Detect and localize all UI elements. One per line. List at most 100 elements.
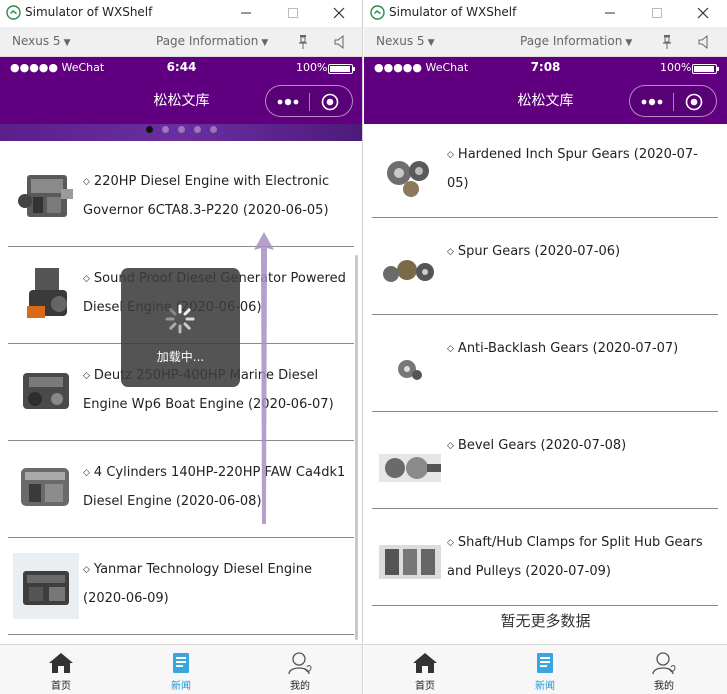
- tab-home[interactable]: 首页: [390, 651, 460, 692]
- device-select[interactable]: Nexus 5 ▼: [376, 34, 434, 48]
- spinner-icon: [165, 304, 195, 334]
- page-info-select[interactable]: Page Information ▼: [520, 34, 632, 48]
- tab-home[interactable]: 首页: [26, 651, 96, 692]
- list-item[interactable]: ◇ Shaft/Hub Clamps for Split Hub Gears an…: [372, 509, 718, 606]
- exit-icon[interactable]: [321, 93, 339, 111]
- item-title: 220HP Diesel Engine with Electronic Gove…: [83, 174, 330, 218]
- diamond-icon: ◇: [83, 371, 90, 381]
- caret-down-icon: ▼: [261, 38, 269, 48]
- volume-icon[interactable]: [333, 34, 347, 50]
- diamond-icon: ◇: [447, 344, 454, 354]
- gear-thumbnail: [377, 531, 443, 597]
- user-icon: [652, 652, 676, 675]
- gear-thumbnail: [377, 434, 443, 500]
- carousel-dot[interactable]: [178, 126, 185, 133]
- list-item[interactable]: ◇ 220HP Diesel Engine with Electronic Gov…: [8, 150, 354, 247]
- list-item[interactable]: ◇ Yanmar Technology Diesel Engine (2020-0…: [8, 538, 354, 635]
- more-icon[interactable]: [277, 98, 299, 106]
- diamond-icon: ◇: [83, 177, 90, 187]
- minimize-button[interactable]: [596, 2, 624, 24]
- scrollbar[interactable]: [355, 255, 358, 640]
- diamond-icon: ◇: [447, 538, 454, 548]
- minimize-icon: [241, 12, 251, 14]
- tab-label: 新闻: [171, 681, 191, 692]
- maximize-button[interactable]: [279, 2, 307, 24]
- engine-thumbnail: [13, 359, 79, 425]
- list-item[interactable]: ◇ Hardened Inch Spur Gears (2020-07-05): [372, 121, 718, 218]
- no-more-data-text: 暂无更多数据: [500, 612, 591, 630]
- close-button[interactable]: [689, 2, 717, 24]
- diamond-icon: ◇: [83, 565, 90, 575]
- pin-icon[interactable]: [660, 34, 674, 50]
- battery-percent: 100%: [296, 61, 328, 74]
- item-title: Yanmar Technology Diesel Engine (2020-06…: [83, 562, 313, 606]
- tab-news[interactable]: 新闻: [146, 651, 216, 692]
- home-icon: [49, 653, 73, 673]
- news-icon: [173, 653, 189, 673]
- carousel-dot[interactable]: [210, 126, 217, 133]
- maximize-icon: [288, 8, 298, 18]
- mini-program-capsule: [629, 85, 717, 117]
- carousel-dot[interactable]: [146, 126, 153, 133]
- diamond-icon: ◇: [447, 247, 454, 257]
- simulator-toolbar: Nexus 5 ▼ Page Information ▼: [364, 27, 727, 57]
- page-info-select[interactable]: Page Information ▼: [156, 34, 268, 48]
- screenshot-root: Simulator of WXShelf Nexus 5 ▼ Page Infor…: [0, 0, 727, 694]
- more-icon[interactable]: [641, 98, 663, 106]
- tab-label: 我的: [290, 681, 310, 692]
- loading-toast: 加载中...: [121, 268, 240, 387]
- window-title: Simulator of WXShelf: [25, 5, 153, 19]
- tab-news[interactable]: 新闻: [510, 651, 580, 692]
- carousel-dot[interactable]: [162, 126, 169, 133]
- tab-bar: 首页 新闻 我的: [364, 644, 727, 694]
- list-item[interactable]: ◇ Spur Gears (2020-07-06): [372, 218, 718, 315]
- list-item[interactable]: ◇ Anti-Backlash Gears (2020-07-07): [372, 315, 718, 412]
- engine-thumbnail: [13, 553, 79, 619]
- item-title: 4 Cylinders 140HP-220HP FAW Ca4dk1 Diese…: [83, 465, 346, 509]
- tab-mine[interactable]: 我的: [629, 651, 699, 692]
- minimize-button[interactable]: [232, 2, 260, 24]
- maximize-icon: [652, 8, 662, 18]
- gear-thumbnail: [377, 143, 443, 209]
- diamond-icon: ◇: [83, 468, 90, 478]
- tab-label: 我的: [654, 681, 674, 692]
- volume-icon[interactable]: [697, 34, 711, 50]
- swipe-up-arrow-icon: [254, 232, 274, 524]
- diamond-icon: ◇: [83, 274, 90, 284]
- battery-icon: [328, 64, 355, 74]
- user-icon: [288, 652, 312, 675]
- item-title: Hardened Inch Spur Gears (2020-07-05): [447, 147, 698, 191]
- engine-thumbnail: [13, 262, 79, 328]
- carousel-dot[interactable]: [194, 126, 201, 133]
- close-icon: [697, 7, 709, 19]
- engine-thumbnail: [13, 165, 79, 231]
- news-icon: [537, 653, 553, 673]
- battery-percent: 100%: [660, 61, 692, 74]
- simulator-toolbar: Nexus 5 ▼ Page Information ▼: [0, 27, 362, 57]
- close-button[interactable]: [325, 2, 353, 24]
- item-title: Spur Gears (2020-07-06): [457, 244, 621, 259]
- caret-down-icon: ▼: [625, 38, 633, 48]
- tab-bar: 首页 新闻 我的: [0, 644, 362, 694]
- exit-icon[interactable]: [685, 93, 703, 111]
- home-icon: [413, 653, 437, 673]
- maximize-button[interactable]: [643, 2, 671, 24]
- app-icon: [6, 5, 21, 20]
- status-bar: ●●●●● WeChat 6:44 100%: [0, 57, 362, 79]
- list-item[interactable]: ◇ 4 Cylinders 140HP-220HP FAW Ca4dk1 Dies…: [8, 441, 354, 538]
- pin-icon[interactable]: [296, 34, 310, 50]
- simulator-right: Simulator of WXShelf Nexus 5 ▼ Page Infor…: [364, 0, 727, 694]
- device-select[interactable]: Nexus 5 ▼: [12, 34, 70, 48]
- status-bar: ●●●●● WeChat 7:08 100%: [364, 57, 727, 79]
- window-titlebar: Simulator of WXShelf: [0, 0, 362, 27]
- close-icon: [333, 7, 345, 19]
- nav-bar: 松松文库: [0, 79, 362, 124]
- list-item[interactable]: ◇ Bevel Gears (2020-07-08): [372, 412, 718, 509]
- caret-down-icon: ▼: [427, 38, 435, 48]
- app-icon: [370, 5, 385, 20]
- tab-mine[interactable]: 我的: [265, 651, 335, 692]
- tab-label: 首页: [51, 681, 71, 692]
- nav-bar: 松松文库: [364, 79, 727, 124]
- tab-label: 首页: [415, 681, 435, 692]
- item-title: Shaft/Hub Clamps for Split Hub Gears and…: [447, 535, 703, 579]
